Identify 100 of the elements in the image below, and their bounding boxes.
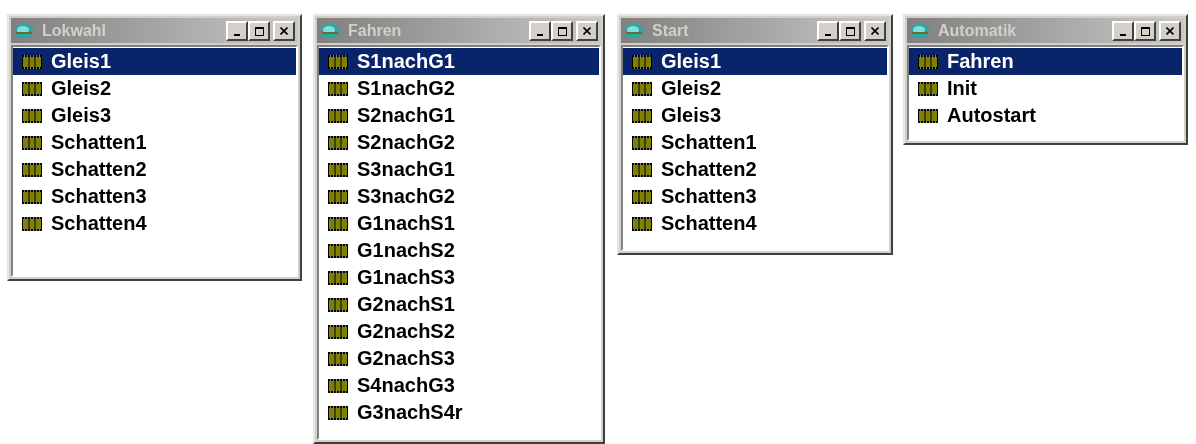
film-icon <box>327 350 349 367</box>
list-item[interactable]: Init <box>909 75 1182 102</box>
film-icon <box>327 80 349 97</box>
item-label: S4nachG3 <box>357 374 455 397</box>
close-icon <box>871 26 879 35</box>
film-icon <box>21 53 43 70</box>
list-item[interactable]: S1nachG1 <box>319 48 599 75</box>
item-label: G1nachS2 <box>357 239 455 262</box>
film-icon <box>327 188 349 205</box>
list-item[interactable]: Schatten4 <box>623 210 887 237</box>
minimize-button[interactable] <box>529 20 551 41</box>
item-label: S2nachG2 <box>357 131 455 154</box>
film-icon <box>631 53 653 70</box>
item-label: Schatten3 <box>51 185 147 208</box>
window-title: Lokwahl <box>42 21 107 40</box>
item-label: S3nachG1 <box>357 158 455 181</box>
film-icon <box>21 134 43 151</box>
item-label: S1nachG2 <box>357 77 455 100</box>
window-title: Fahren <box>348 21 403 40</box>
maximize-icon <box>254 26 264 36</box>
list-item[interactable]: G2nachS3 <box>319 345 599 372</box>
item-label: Gleis2 <box>661 77 722 100</box>
item-label: Schatten4 <box>51 212 147 235</box>
list-item[interactable]: Schatten1 <box>13 129 296 156</box>
maximize-button[interactable] <box>551 20 573 41</box>
item-label: Autostart <box>947 104 1036 127</box>
list-item[interactable]: S4nachG3 <box>319 372 599 399</box>
window-title: Automatik <box>938 21 1018 40</box>
item-label: Schatten3 <box>661 185 757 208</box>
close-button[interactable] <box>576 20 598 41</box>
minimize-icon <box>825 33 831 36</box>
list-item[interactable]: Gleis3 <box>13 102 296 129</box>
item-label: Schatten1 <box>661 131 757 154</box>
app-icon <box>320 21 340 40</box>
list-item[interactable]: G1nachS2 <box>319 237 599 264</box>
minimize-button[interactable] <box>817 20 839 41</box>
close-button[interactable] <box>864 20 886 41</box>
minimize-button[interactable] <box>1112 20 1134 41</box>
list-item[interactable]: S3nachG1 <box>319 156 599 183</box>
film-icon <box>631 80 653 97</box>
item-label: G1nachS3 <box>357 266 455 289</box>
list-item[interactable]: Schatten2 <box>623 156 887 183</box>
list-item[interactable]: Schatten4 <box>13 210 296 237</box>
film-icon <box>327 107 349 124</box>
item-label: G2nachS2 <box>357 320 455 343</box>
item-label: Gleis2 <box>51 77 112 100</box>
list-item[interactable]: S1nachG2 <box>319 75 599 102</box>
close-icon <box>280 26 288 35</box>
film-icon <box>21 215 43 232</box>
list-item[interactable]: Schatten3 <box>623 183 887 210</box>
item-label: Schatten1 <box>51 131 147 154</box>
film-icon <box>21 161 43 178</box>
list-item[interactable]: Schatten3 <box>13 183 296 210</box>
minimize-icon <box>1120 33 1126 36</box>
film-icon <box>917 80 939 97</box>
list-item[interactable]: G1nachS3 <box>319 264 599 291</box>
list-item[interactable]: S3nachG2 <box>319 183 599 210</box>
close-button[interactable] <box>1159 20 1181 41</box>
film-icon <box>631 161 653 178</box>
list-item[interactable]: Gleis2 <box>623 75 887 102</box>
list-item[interactable]: Schatten1 <box>623 129 887 156</box>
list-item[interactable]: Autostart <box>909 102 1182 129</box>
film-icon <box>327 296 349 313</box>
film-icon <box>327 215 349 232</box>
film-icon <box>327 323 349 340</box>
film-icon <box>631 134 653 151</box>
item-label: Schatten4 <box>661 212 757 235</box>
list-item[interactable]: Fahren <box>909 48 1182 75</box>
film-icon <box>631 107 653 124</box>
list-item[interactable]: G2nachS1 <box>319 291 599 318</box>
film-icon <box>327 161 349 178</box>
film-icon <box>327 269 349 286</box>
film-icon <box>327 53 349 70</box>
app-icon <box>14 21 34 40</box>
list-item[interactable]: G1nachS1 <box>319 210 599 237</box>
maximize-button[interactable] <box>1134 20 1156 41</box>
list-item[interactable]: Schatten2 <box>13 156 296 183</box>
list-item[interactable]: S2nachG1 <box>319 102 599 129</box>
list-item[interactable]: G3nachS4r <box>319 399 599 426</box>
maximize-icon <box>557 26 567 36</box>
film-icon <box>327 377 349 394</box>
list-item[interactable]: Gleis1 <box>13 48 296 75</box>
list-item[interactable]: Gleis3 <box>623 102 887 129</box>
list-item[interactable]: G2nachS2 <box>319 318 599 345</box>
item-label: S2nachG1 <box>357 104 455 127</box>
item-label: Init <box>947 77 977 100</box>
item-label: G2nachS3 <box>357 347 455 370</box>
list-item[interactable]: Gleis2 <box>13 75 296 102</box>
film-icon <box>631 188 653 205</box>
list-item[interactable]: Gleis1 <box>623 48 887 75</box>
film-icon <box>917 107 939 124</box>
film-icon <box>327 404 349 421</box>
close-button[interactable] <box>273 20 295 41</box>
maximize-button[interactable] <box>248 20 270 41</box>
maximize-button[interactable] <box>839 20 861 41</box>
list-item[interactable]: S2nachG2 <box>319 129 599 156</box>
item-label: S1nachG1 <box>357 50 455 73</box>
item-label: S3nachG2 <box>357 185 455 208</box>
film-icon <box>631 215 653 232</box>
minimize-button[interactable] <box>226 20 248 41</box>
